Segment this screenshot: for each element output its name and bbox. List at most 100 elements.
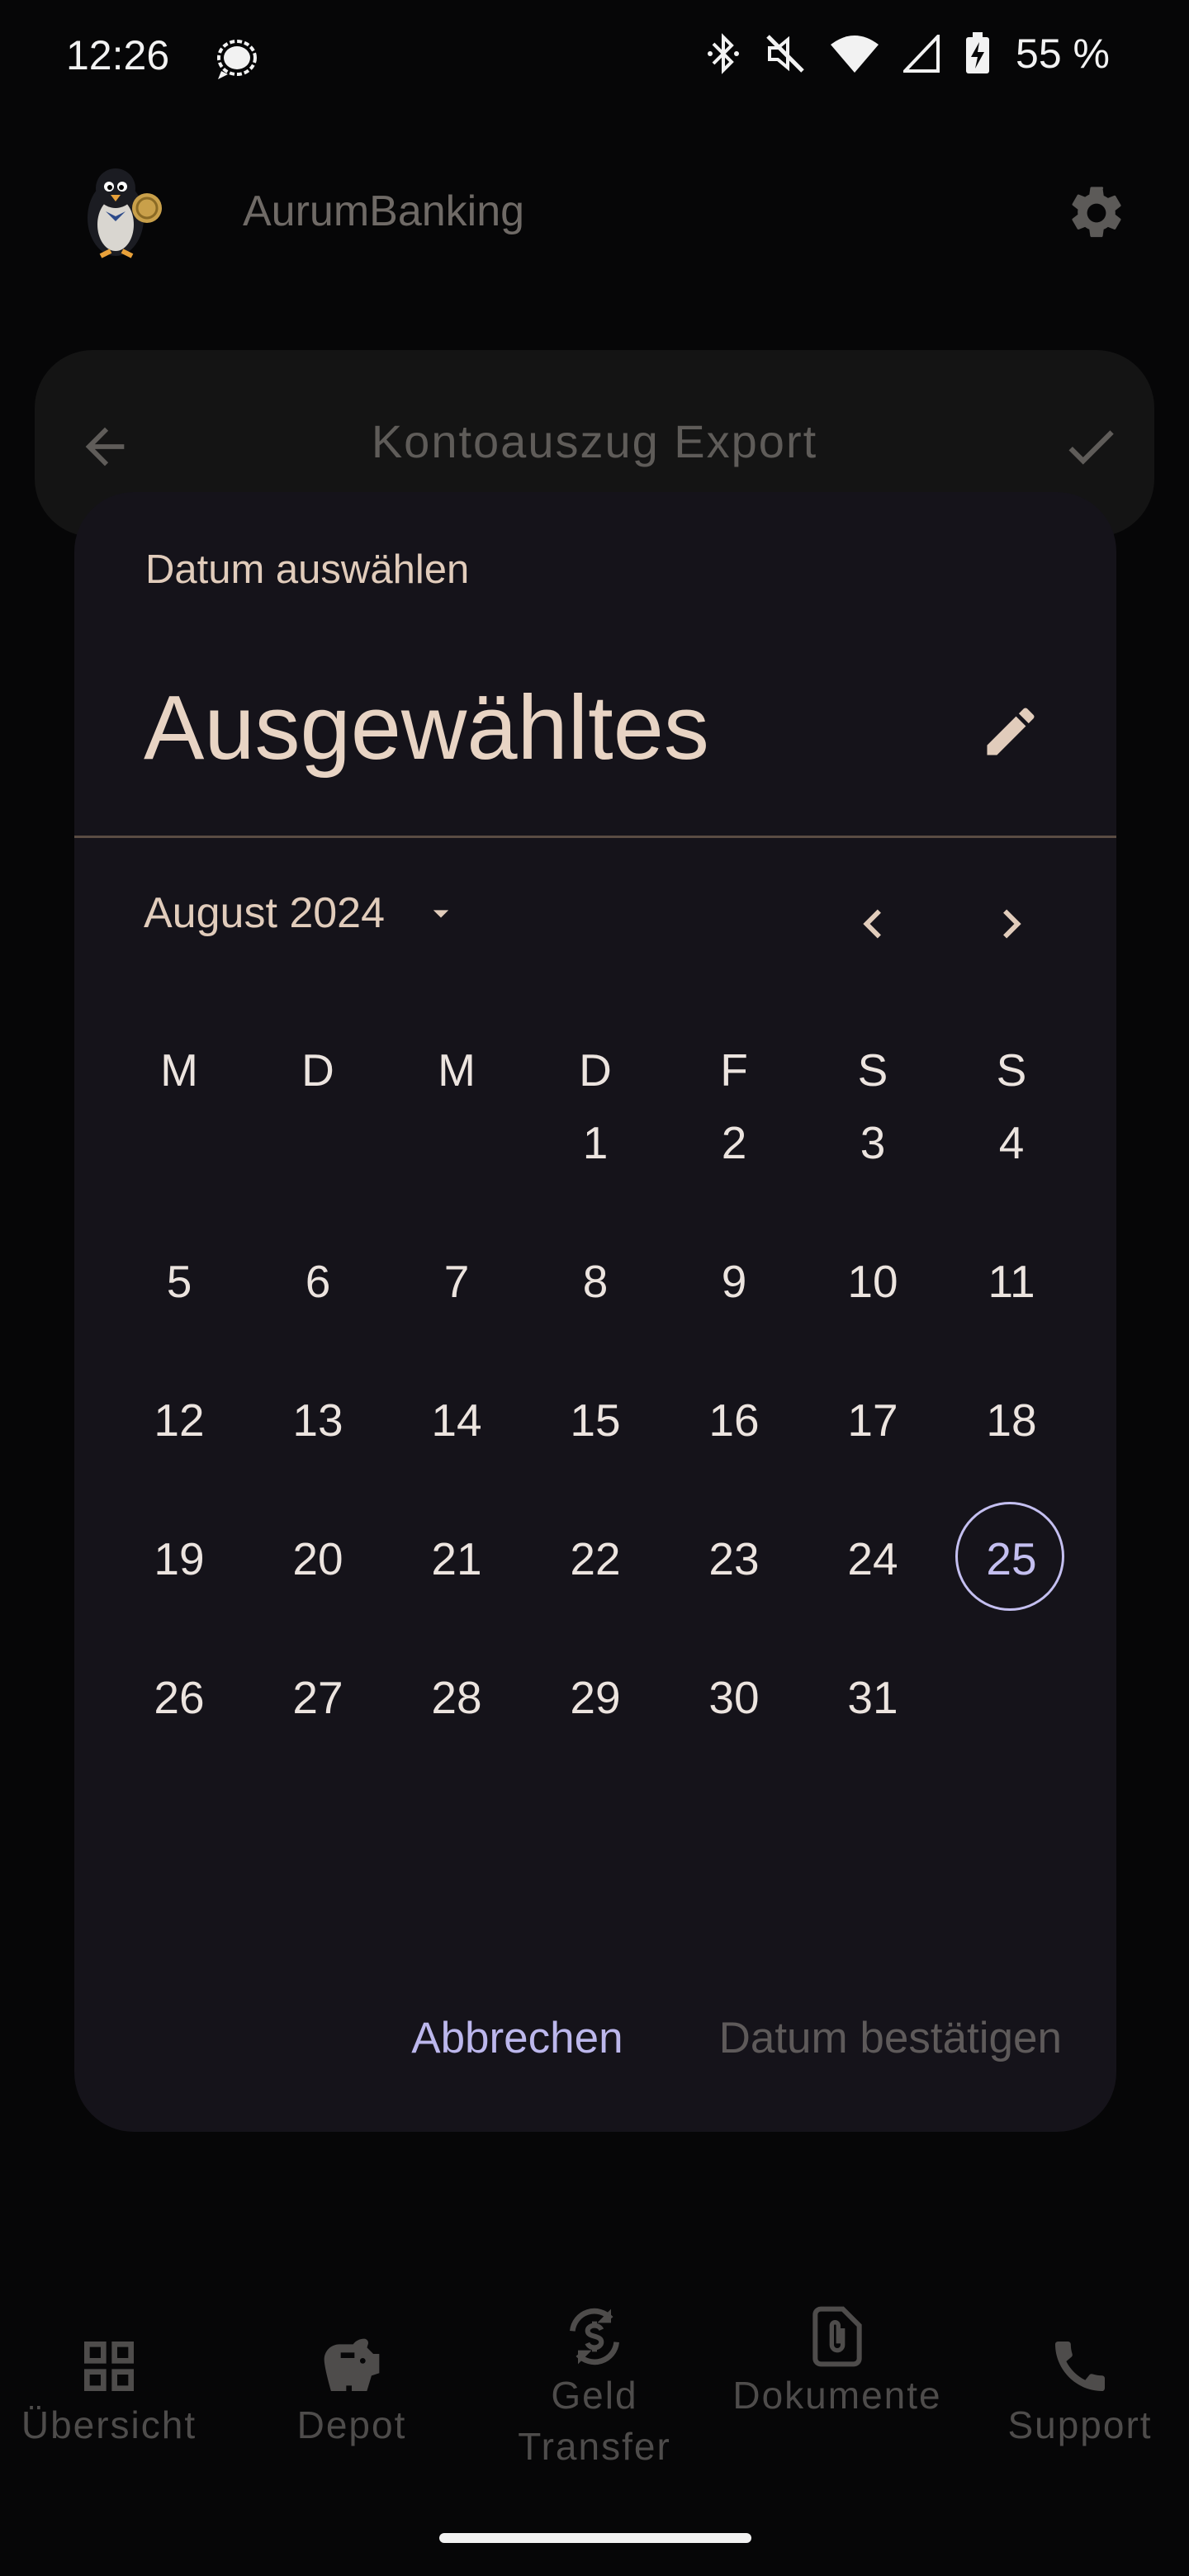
calendar-day-number: 11 (988, 1256, 1035, 1307)
calendar-day-today[interactable]: 25 (954, 1502, 1069, 1611)
calendar-day[interactable]: 19 (121, 1518, 237, 1600)
calendar-day[interactable]: 30 (676, 1656, 792, 1739)
status-bar: 12:26 55 % (0, 0, 1189, 124)
calendar-day-number: 26 (154, 1672, 205, 1723)
calendar-day-number: 13 (292, 1395, 343, 1446)
dialog-actions: Abbrechen Datum bestätigen (411, 2013, 1062, 2063)
calendar-day[interactable]: 2 (676, 1101, 792, 1184)
calendar-day-number: 3 (860, 1117, 886, 1168)
pencil-icon[interactable] (979, 700, 1042, 763)
signal-messenger-icon (217, 40, 257, 79)
phone-icon (1055, 2342, 1105, 2391)
penguin-avatar-icon[interactable] (76, 160, 167, 263)
chevron-left-icon[interactable] (844, 895, 902, 953)
calendar-day[interactable]: 8 (538, 1240, 653, 1323)
selected-date-headline: Ausgewähltes (144, 677, 709, 779)
calendar-day-number: 4 (998, 1117, 1025, 1168)
calendar-day[interactable]: 11 (954, 1240, 1069, 1323)
calendar-day-number: 28 (431, 1672, 482, 1723)
calendar-day[interactable]: 10 (815, 1240, 931, 1323)
calendar-day-number: 24 (847, 1533, 898, 1584)
cell-signal-icon (903, 35, 940, 73)
nav-label: Support (1007, 2403, 1153, 2446)
calendar-day[interactable]: 20 (260, 1518, 376, 1600)
calendar-day-number: 14 (431, 1395, 482, 1446)
calendar-day-number: 22 (570, 1533, 621, 1584)
gear-icon[interactable] (1065, 182, 1128, 244)
bottom-navigation: Übersicht Depot Geld Transfer Dokumente … (0, 2279, 1189, 2526)
calendar-day-number: 9 (721, 1256, 747, 1307)
calendar-day-number: 27 (292, 1672, 343, 1723)
calendar-day[interactable]: 27 (260, 1656, 376, 1739)
weekday-label: S (996, 1044, 1027, 1096)
calendar-day[interactable]: 13 (260, 1379, 376, 1461)
calendar-day-number: 12 (154, 1395, 205, 1446)
calendar-day-number: 8 (582, 1256, 609, 1307)
battery-percent: 55 % (1016, 31, 1110, 77)
calendar-day[interactable]: 4 (954, 1101, 1069, 1184)
calendar-day-number: 19 (154, 1533, 205, 1584)
calendar-day[interactable]: 16 (676, 1379, 792, 1461)
nav-label: Geld Transfer (518, 2374, 671, 2468)
calendar-day[interactable]: 17 (815, 1379, 931, 1461)
status-time: 12:26 (66, 32, 170, 78)
calendar-day[interactable]: 24 (815, 1518, 931, 1600)
calendar-day[interactable]: 1 (538, 1101, 653, 1184)
calendar-day-number: 6 (305, 1256, 331, 1307)
calendar-day[interactable]: 6 (260, 1240, 376, 1323)
page-title: Kontoauszug Export (371, 415, 818, 467)
app-title: AurumBanking (243, 187, 525, 235)
calendar-day[interactable]: 7 (399, 1240, 514, 1323)
wifi-icon (831, 36, 879, 73)
calendar-day-number: 7 (443, 1256, 470, 1307)
app-bar: AurumBanking (0, 140, 1189, 281)
battery-charging-icon (966, 32, 990, 73)
calendar-day[interactable]: 12 (121, 1379, 237, 1461)
weekday-label: M (160, 1044, 198, 1096)
nav-label: Dokumente (732, 2374, 942, 2417)
weekday-label: S (857, 1044, 888, 1096)
calendar-day[interactable]: 31 (815, 1656, 931, 1739)
calendar-day[interactable]: 5 (121, 1240, 237, 1323)
calendar-day-number: 17 (847, 1395, 898, 1446)
nav-item-depot[interactable]: Depot (230, 2333, 474, 2451)
calendar-day-number: 10 (847, 1256, 898, 1307)
calendar-day[interactable]: 14 (399, 1379, 514, 1461)
calendar-day[interactable]: 29 (538, 1656, 653, 1739)
nav-label: Übersicht (21, 2403, 197, 2446)
nav-item-money-transfer[interactable]: Geld Transfer (472, 2304, 717, 2472)
calendar-day-number: 23 (708, 1533, 760, 1584)
bluetooth-icon (708, 33, 740, 74)
cancel-button[interactable]: Abbrechen (411, 2013, 623, 2063)
calendar-day-number: 20 (292, 1533, 343, 1584)
divider (74, 836, 1116, 838)
grid-icon (84, 2342, 134, 2391)
calendar-day[interactable]: 23 (676, 1518, 792, 1600)
calendar-day[interactable]: 3 (815, 1101, 931, 1184)
nav-item-overview[interactable]: Übersicht (0, 2333, 231, 2451)
weekday-label: D (301, 1044, 334, 1096)
calendar-day[interactable]: 15 (538, 1379, 653, 1461)
calendar-day[interactable]: 22 (538, 1518, 653, 1600)
month-label: August 2024 (144, 889, 386, 937)
chevron-right-icon[interactable] (983, 895, 1040, 953)
home-indicator[interactable] (439, 2533, 751, 2543)
piggy-bank-icon (324, 2338, 380, 2391)
weekday-label: M (438, 1044, 476, 1096)
confirm-date-button[interactable]: Datum bestätigen (719, 2013, 1062, 2063)
calendar-day[interactable]: 18 (954, 1379, 1069, 1461)
calendar-day[interactable]: 26 (121, 1656, 237, 1739)
calendar-day[interactable]: 9 (676, 1240, 792, 1323)
nav-item-support[interactable]: Support (958, 2333, 1189, 2451)
weekday-label: F (720, 1044, 748, 1096)
check-icon[interactable] (1060, 416, 1121, 477)
calendar-day[interactable]: 21 (399, 1518, 514, 1600)
document-attachment-icon (812, 2306, 862, 2367)
mute-icon (766, 35, 804, 73)
month-year-selector[interactable]: August 2024 (144, 888, 459, 938)
date-picker-dialog: Datum auswählen Ausgewähltes August 2024… (74, 492, 1116, 2132)
calendar-day-number: 5 (166, 1256, 192, 1307)
calendar-day-number: 16 (708, 1395, 760, 1446)
calendar-day[interactable]: 28 (399, 1656, 514, 1739)
nav-item-documents[interactable]: Dokumente (715, 2304, 959, 2421)
